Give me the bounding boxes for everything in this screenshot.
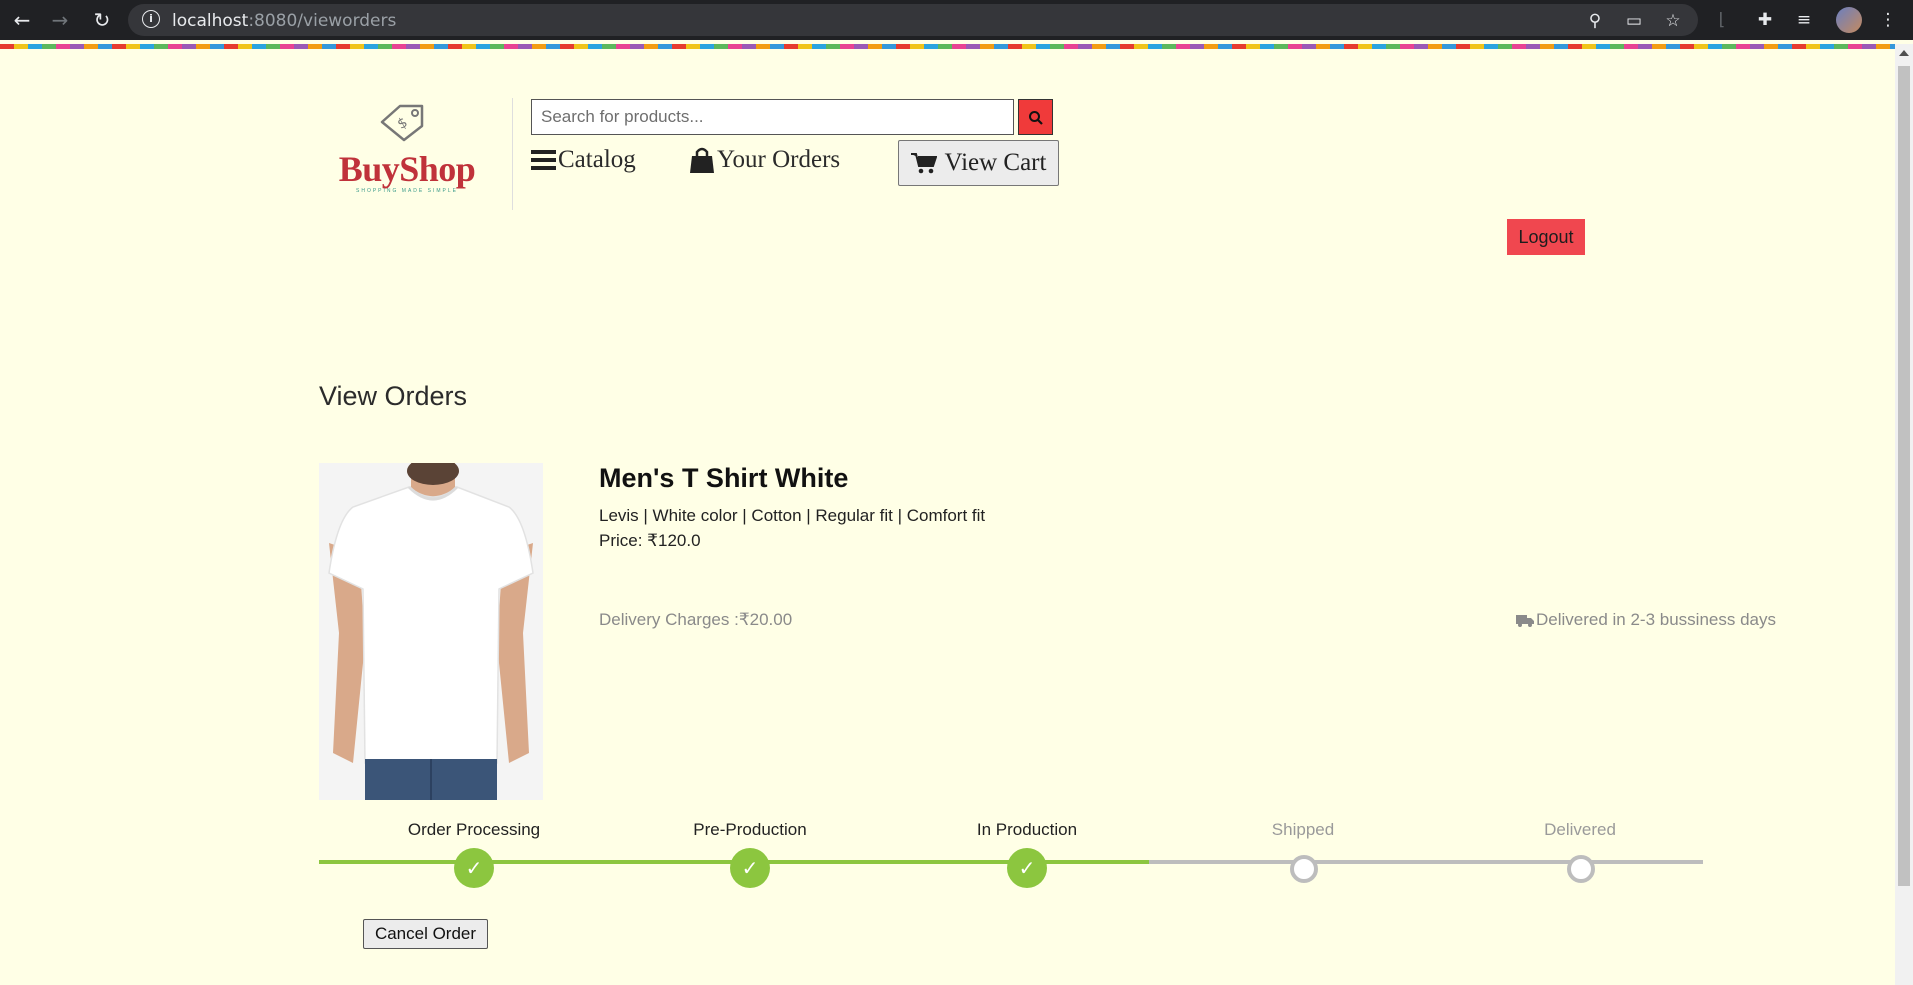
stage-label: In Production	[976, 820, 1078, 839]
card-icon[interactable]: ▭	[1622, 9, 1646, 33]
product-image[interactable]	[319, 463, 543, 800]
zoom-icon[interactable]: ⚲	[1583, 9, 1607, 33]
check-icon: ✓	[1007, 848, 1047, 888]
stage-pre-production: Pre-Production ✓	[650, 820, 850, 888]
stage-order-processing: Order Processing ✓	[374, 820, 574, 888]
search-input[interactable]	[532, 100, 1013, 134]
nav-your-orders-label: Your Orders	[717, 146, 841, 173]
truck-icon	[1515, 614, 1534, 627]
product-description: Levis | White color | Cotton | Regular f…	[599, 506, 986, 525]
pending-circle-icon	[1290, 855, 1318, 883]
stage-delivered: Delivered	[1480, 820, 1680, 883]
search-button[interactable]	[1018, 99, 1053, 135]
view-cart-label: View Cart	[944, 149, 1047, 176]
stage-in-production: In Production ✓	[927, 820, 1127, 888]
svg-text:$: $	[395, 114, 411, 132]
reload-icon[interactable]: ↻	[88, 6, 116, 34]
stage-label: Delivered	[1544, 820, 1616, 839]
delivery-time: Delivered in 2-3 bussiness days	[1515, 610, 1776, 630]
profile-avatar[interactable]	[1836, 7, 1862, 33]
scroll-up-icon[interactable]	[1899, 50, 1909, 56]
scrollbar-thumb[interactable]	[1898, 66, 1910, 886]
stage-label: Shipped	[1271, 820, 1335, 839]
header-divider	[512, 98, 513, 210]
puzzle-icon[interactable]: ✚	[1753, 8, 1777, 32]
check-icon: ✓	[730, 848, 770, 888]
menu-icon[interactable]: ⋮	[1876, 8, 1900, 32]
search-box	[531, 99, 1014, 135]
page-title: View Orders	[319, 381, 468, 411]
brand-logo[interactable]: $ BuyShop SHOPPING MADE SIMPLE	[330, 100, 484, 196]
pending-circle-icon	[1567, 855, 1595, 883]
scrollbar[interactable]	[1895, 44, 1913, 985]
delivery-charges: Delivery Charges :₹20.00	[599, 610, 793, 629]
stage-label: Pre-Production	[693, 820, 807, 839]
brand-name: BuyShop	[338, 149, 476, 189]
bookmark-star-icon[interactable]: ☆	[1661, 9, 1685, 33]
hamburger-icon	[531, 150, 556, 170]
view-cart-button[interactable]: View Cart	[898, 140, 1059, 186]
shopping-bag-icon	[690, 147, 714, 173]
stage-shipped: Shipped	[1203, 820, 1403, 883]
tshirt-image	[319, 463, 543, 800]
site-info-icon[interactable]: i	[142, 10, 160, 28]
rainbow-stripe	[0, 44, 1895, 49]
browser-toolbar: ← → ↻ i localhost:8080/vieworders ⚲ ▭ ☆ …	[0, 0, 1913, 40]
media-icon[interactable]: ≡	[1792, 8, 1816, 32]
extension-icon[interactable]: ⌊	[1710, 8, 1734, 32]
forward-icon[interactable]: →	[46, 6, 74, 34]
price-tag-icon: $	[380, 104, 424, 142]
nav-catalog-label: Catalog	[558, 146, 636, 173]
address-bar[interactable]: i localhost:8080/vieworders ⚲ ▭ ☆	[128, 4, 1698, 36]
product-name[interactable]: Men's T Shirt White	[599, 463, 848, 494]
brand-tagline: SHOPPING MADE SIMPLE	[356, 188, 458, 194]
url-text[interactable]: localhost:8080/vieworders	[172, 11, 396, 31]
nav-catalog[interactable]: Catalog	[531, 146, 636, 174]
logout-button[interactable]: Logout	[1507, 219, 1585, 255]
back-icon[interactable]: ←	[8, 6, 36, 34]
delivery-time-label: Delivered in 2-3 bussiness days	[1535, 610, 1776, 629]
nav-your-orders[interactable]: Your Orders	[688, 146, 840, 174]
cancel-order-button[interactable]: Cancel Order	[363, 919, 488, 949]
search-icon	[1029, 111, 1043, 125]
check-icon: ✓	[454, 848, 494, 888]
product-price: Price: ₹120.0	[599, 531, 701, 550]
stage-label: Order Processing	[407, 820, 541, 839]
cart-icon	[910, 153, 937, 174]
